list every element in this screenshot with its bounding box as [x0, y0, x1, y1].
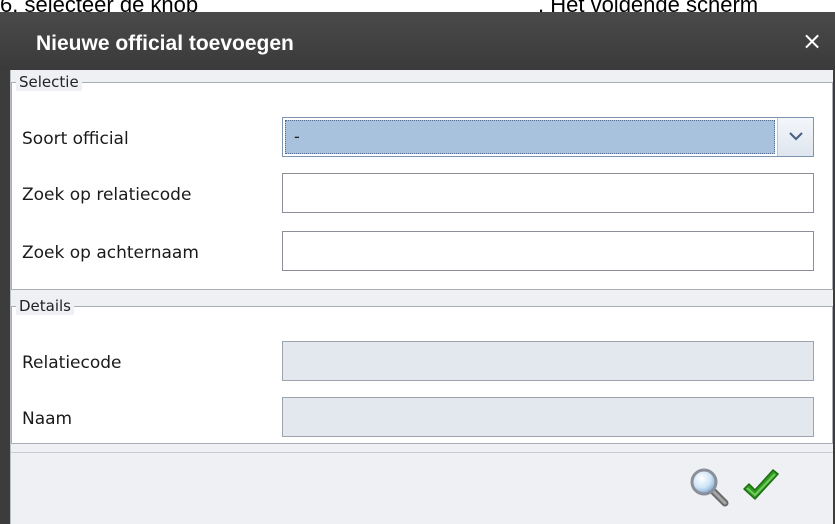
relatiecode-search-input[interactable] [282, 173, 814, 213]
details-group: Details Relatiecode Naam [11, 297, 833, 444]
page: 6. selecteer de knop . Het volgende sche… [0, 0, 835, 524]
confirm-button[interactable] [739, 465, 783, 509]
relatiecode-field [282, 341, 814, 381]
naam-field [282, 397, 814, 437]
dialog-titlebar: Nieuwe official toevoegen × [0, 12, 835, 70]
search-button[interactable] [687, 465, 731, 509]
dialog-title: Nieuwe official toevoegen [36, 32, 294, 55]
soort-official-label: Soort official [22, 129, 129, 149]
close-button[interactable]: × [799, 28, 825, 54]
dialog-footer [11, 452, 833, 524]
chevron-down-icon [789, 132, 803, 141]
achternaam-search-input[interactable] [282, 231, 814, 271]
achternaam-search-label: Zoek op achternaam [22, 243, 199, 263]
document-text-cropped: 6. selecteer de knop . Het volgende sche… [0, 0, 835, 17]
dropdown-arrow-button[interactable] [777, 118, 813, 156]
naam-label: Naam [22, 409, 73, 429]
selectie-legend: Selectie [16, 73, 82, 91]
relatiecode-search-label: Zoek op relatiecode [22, 185, 192, 205]
new-official-dialog: Nieuwe official toevoegen × Selectie Soo… [0, 12, 835, 524]
dialog-body: Selectie Soort official - Zoek op relati… [10, 70, 833, 524]
magnifier-icon [690, 468, 729, 507]
soort-official-selected-value: - [285, 120, 775, 154]
soort-official-select[interactable]: - [282, 117, 814, 157]
details-legend: Details [16, 297, 75, 315]
relatiecode-label: Relatiecode [22, 353, 122, 373]
document-button-placeholder [262, 0, 534, 10]
checkmark-icon [743, 469, 779, 500]
selectie-group: Selectie Soort official - Zoek op relati… [11, 73, 833, 290]
